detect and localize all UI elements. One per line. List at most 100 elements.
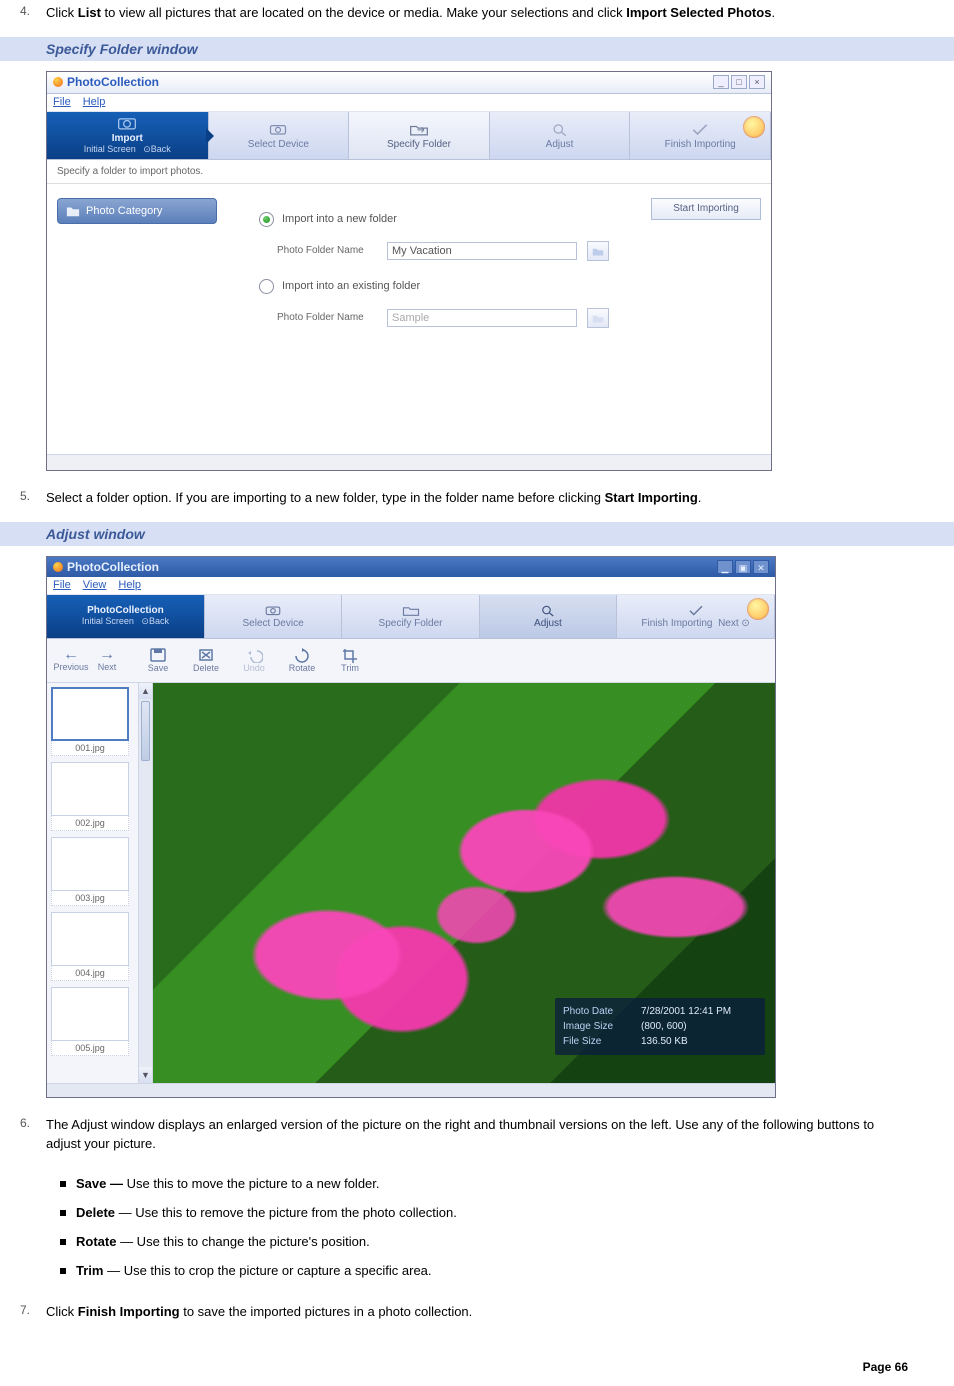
check-icon [687,603,705,617]
previous-button[interactable]: ←Previous [55,648,87,672]
step5-bold1: Start Importing [605,490,698,505]
close-button[interactable]: ✕ [753,560,769,574]
browse-new-folder-button[interactable] [587,241,609,261]
adjust-window: PhotoCollection ▁▣✕ File View Help Photo… [46,556,776,1098]
bullet-delete-text: — Use this to remove the picture from th… [115,1205,457,1220]
titlebar[interactable]: PhotoCollection ▁▣✕ [47,557,775,577]
menu-view[interactable]: View [83,579,107,591]
minimize-button[interactable]: _ [713,75,729,89]
step4-bold2: Import Selected Photos [626,5,771,20]
photo-date-key: Photo Date [563,1004,633,1019]
status-bar [47,454,771,470]
scroll-up-button[interactable]: ▲ [139,683,152,699]
trim-button[interactable]: Trim [329,647,371,673]
option-new-folder[interactable]: Import into a new folder [259,212,625,227]
image-size-value: (800, 600) [641,1019,687,1034]
browse-existing-folder-button[interactable] [587,308,609,328]
next-label: Next [98,662,117,672]
option-existing-folder[interactable]: Import into an existing folder [259,279,625,294]
wizard-step-specify-folder[interactable]: Specify Folder [342,595,479,638]
next-button[interactable]: →Next [91,648,123,672]
bullet-save-text: Use this to move the picture to a new fo… [123,1176,380,1191]
thumbnail-scrollbar[interactable]: ▲ ▼ [138,683,152,1083]
radio-new-folder[interactable] [259,212,274,227]
minimize-button[interactable]: ▁ [717,560,733,574]
wizard-back-label: Back [151,144,171,154]
scroll-down-button[interactable]: ▼ [139,1067,152,1083]
bullet-delete-bold: Delete [76,1205,115,1220]
thumbnail-item[interactable]: 003.jpg [51,837,129,906]
camera-icon [264,603,282,617]
step4-text-a: Click [46,5,78,20]
bullet-save-bold: Save — [76,1176,123,1191]
rotate-button[interactable]: Rotate [281,647,323,673]
scroll-thumb[interactable] [141,701,150,761]
menu-file[interactable]: File [53,96,71,108]
folder-open-icon [592,312,604,324]
close-button[interactable]: × [749,75,765,89]
menu-help[interactable]: Help [118,579,141,591]
magnifier-icon [550,121,570,137]
thumbnail-item[interactable]: 005.jpg [51,987,129,1056]
wizard-step-select-device[interactable]: Select Device [205,595,342,638]
wizard-step-import[interactable]: Import Initial Screen ⊙Back [47,112,209,159]
image-size-key: Image Size [563,1019,633,1034]
bullet-icon [60,1181,66,1187]
thumbnail-item[interactable]: 004.jpg [51,912,129,981]
specify-folder-window: PhotoCollection _□× File Help Import Ini… [46,71,772,471]
photo-category-button[interactable]: Photo Category [57,198,217,224]
undo-button[interactable]: Undo [233,647,275,673]
app-icon [53,562,63,572]
thumbnail-item[interactable]: 001.jpg [51,687,129,756]
save-button[interactable]: Save [137,647,179,673]
menubar: File View Help [47,577,775,595]
menu-file[interactable]: File [53,579,71,591]
titlebar[interactable]: PhotoCollection _□× [47,72,771,94]
maximize-button[interactable]: ▣ [735,560,751,574]
bullet-rotate-bold: Rotate [76,1234,116,1249]
section-title-adjust: Adjust window [0,522,954,546]
existing-folder-name-input[interactable] [387,309,577,327]
wizard-step-select-device[interactable]: Select Device [209,112,350,159]
gear-icon[interactable] [747,598,769,620]
step7-text-b: to save the imported pictures in a photo… [180,1304,473,1319]
step7-bold1: Finish Importing [78,1304,180,1319]
thumbnail-list[interactable]: 001.jpg 002.jpg 003.jpg 004.jpg 005.jpg [47,683,153,1083]
wizard-step-adjust[interactable]: Adjust [480,595,617,638]
maximize-button[interactable]: □ [731,75,747,89]
gear-icon[interactable] [743,116,765,138]
wizard-step-bar: PhotoCollection Initial Screen ⊙Back Sel… [47,595,775,639]
folder-open-icon [592,245,604,257]
menu-help[interactable]: Help [83,96,106,108]
photo-viewer: Photo Date7/28/2001 12:41 PM Image Size(… [153,683,775,1083]
thumbnail-item[interactable]: 002.jpg [51,762,129,831]
step6-number: 6. [20,1116,46,1130]
folder-icon [66,204,80,218]
thumbnail-image [51,687,129,741]
wizard-step-adjust[interactable]: Adjust [490,112,631,159]
undo-label: Undo [243,663,265,673]
wizard-step-specify-folder[interactable]: Specify Folder [349,112,490,159]
radio-existing-folder[interactable] [259,279,274,294]
start-importing-button[interactable]: Start Importing [651,198,761,220]
thumbnail-image [51,837,129,891]
wizard-step-select-device-label: Select Device [243,618,304,629]
new-folder-name-input[interactable] [387,242,577,260]
delete-button[interactable]: Delete [185,647,227,673]
wizard-initial-screen-label: Initial Screen [82,616,134,626]
wizard-step-adjust-label: Adjust [534,618,562,629]
thumbnail-image [51,912,129,966]
previous-label: Previous [54,662,89,672]
wizard-step-brand[interactable]: PhotoCollection Initial Screen ⊙Back [47,595,205,638]
right-pane: Start Importing [641,184,771,454]
new-folder-name-label: Photo Folder Name [277,245,377,256]
check-icon [690,121,710,137]
step7-text-a: Click [46,1304,78,1319]
step6-body: The Adjust window displays an enlarged v… [46,1116,908,1154]
file-size-key: File Size [563,1034,633,1049]
magnifier-icon [539,603,557,617]
adjust-buttons-list: Save — Use this to move the picture to a… [0,1161,954,1298]
app-icon [53,77,63,87]
wizard-step-adjust-label: Adjust [546,139,574,150]
folder-arrow-icon [402,603,420,617]
